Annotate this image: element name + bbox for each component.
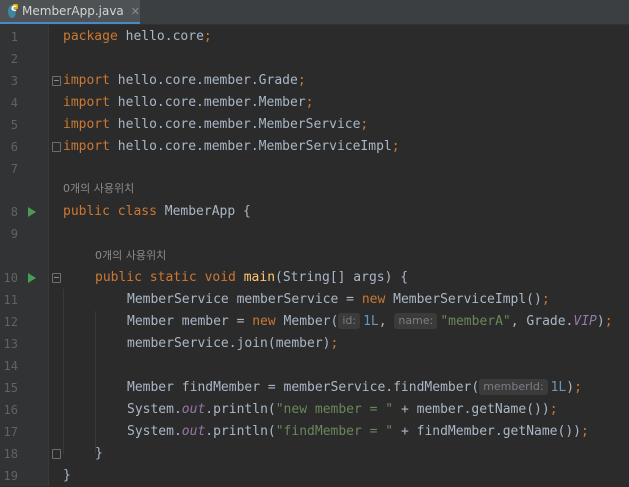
line-number: 7: [10, 162, 18, 176]
tab-memberapp-java[interactable]: MemberApp.java ✕: [0, 0, 140, 24]
code-line: 9: [0, 223, 629, 245]
close-icon[interactable]: ✕: [131, 5, 140, 18]
line-number: 5: [10, 118, 18, 132]
line-number: 12: [3, 315, 18, 329]
java-class-icon: [8, 3, 19, 18]
code-line: 3 import hello.core.member.Grade;: [0, 70, 629, 92]
line-number: 13: [3, 337, 18, 351]
line-number: 9: [10, 227, 18, 241]
code-line: 1 package hello.core;: [0, 26, 629, 48]
line-number: 6: [10, 140, 18, 154]
line-number: 16: [3, 403, 18, 417]
code-text: System.out.println("new member = " + mem…: [127, 402, 558, 417]
code-line: 2: [0, 48, 629, 70]
code-line: 4 import hello.core.member.Member;: [0, 92, 629, 114]
code-line: 13 memberService.join(member);: [0, 333, 629, 355]
code-text: import hello.core.member.Grade;: [63, 73, 306, 88]
line-number: 14: [3, 359, 18, 373]
code-text: MemberService memberService = new Member…: [127, 292, 550, 307]
code-text: import hello.core.member.MemberServiceIm…: [63, 139, 400, 154]
usage-hint[interactable]: 0개의 사용위치: [63, 178, 134, 200]
code-text: Member member = new Member(id: 1L, name: "…: [127, 313, 613, 329]
line-number: 3: [10, 74, 18, 88]
parameter-hint: memberId:: [479, 379, 548, 395]
code-text: System.out.println("findMember = " + fin…: [127, 424, 589, 439]
tab-label: MemberApp.java: [22, 4, 124, 18]
code-line: 15 Member findMember = memberService.fin…: [0, 377, 629, 399]
code-line: 6 import hello.core.member.MemberService…: [0, 136, 629, 158]
code-text: import hello.core.member.MemberService;: [63, 117, 369, 132]
line-number: 18: [3, 447, 18, 461]
code-line: 7: [0, 158, 629, 180]
code-line: 5 import hello.core.member.MemberService…: [0, 114, 629, 136]
code-text: package hello.core;: [63, 29, 212, 44]
usage-hint[interactable]: 0개의 사용위치: [95, 245, 166, 267]
code-text: import hello.core.member.Member;: [63, 95, 314, 110]
code-line: 16 System.out.println("new member = " + …: [0, 399, 629, 421]
line-number: 10: [3, 271, 18, 285]
line-number: 11: [3, 293, 18, 307]
code-line: 14: [0, 355, 629, 377]
fold-end-icon[interactable]: [52, 449, 61, 459]
code-text: public class MemberApp {: [63, 204, 251, 219]
fold-end-icon[interactable]: [52, 142, 61, 152]
code-text: Member findMember = memberService.findMe…: [127, 379, 582, 395]
line-number: 2: [10, 52, 18, 66]
editor-tab-bar: MemberApp.java ✕: [0, 0, 629, 25]
parameter-hint: name:: [394, 313, 438, 329]
parameter-hint: id:: [338, 313, 361, 329]
line-number: 8: [10, 205, 18, 219]
line-number: 1: [10, 30, 18, 44]
line-number: 4: [10, 96, 18, 110]
line-number: 15: [3, 381, 18, 395]
code-text: public static void main(String[] args) {: [95, 270, 409, 285]
code-text: }: [63, 468, 71, 483]
code-line: 10 public static void main(String[] args…: [0, 267, 629, 289]
code-editor[interactable]: 1 package hello.core; 2 3 import hello.c…: [0, 25, 629, 486]
code-text: memberService.join(member);: [127, 336, 339, 351]
code-line: 18 }: [0, 443, 629, 465]
line-number: 19: [3, 469, 18, 483]
code-line: 11 MemberService memberService = new Mem…: [0, 289, 629, 311]
fold-toggle-icon[interactable]: [52, 273, 61, 283]
code-text: }: [95, 446, 103, 461]
run-icon[interactable]: [28, 273, 36, 283]
code-line: 12 Member member = new Member(id: 1L, nam…: [0, 311, 629, 333]
line-number: 17: [3, 425, 18, 439]
code-line: 8 public class MemberApp {: [0, 201, 629, 223]
run-icon[interactable]: [28, 207, 36, 217]
code-line: 17 System.out.println("findMember = " + …: [0, 421, 629, 443]
code-line: 19 }: [0, 465, 629, 487]
fold-toggle-icon[interactable]: [52, 76, 61, 86]
